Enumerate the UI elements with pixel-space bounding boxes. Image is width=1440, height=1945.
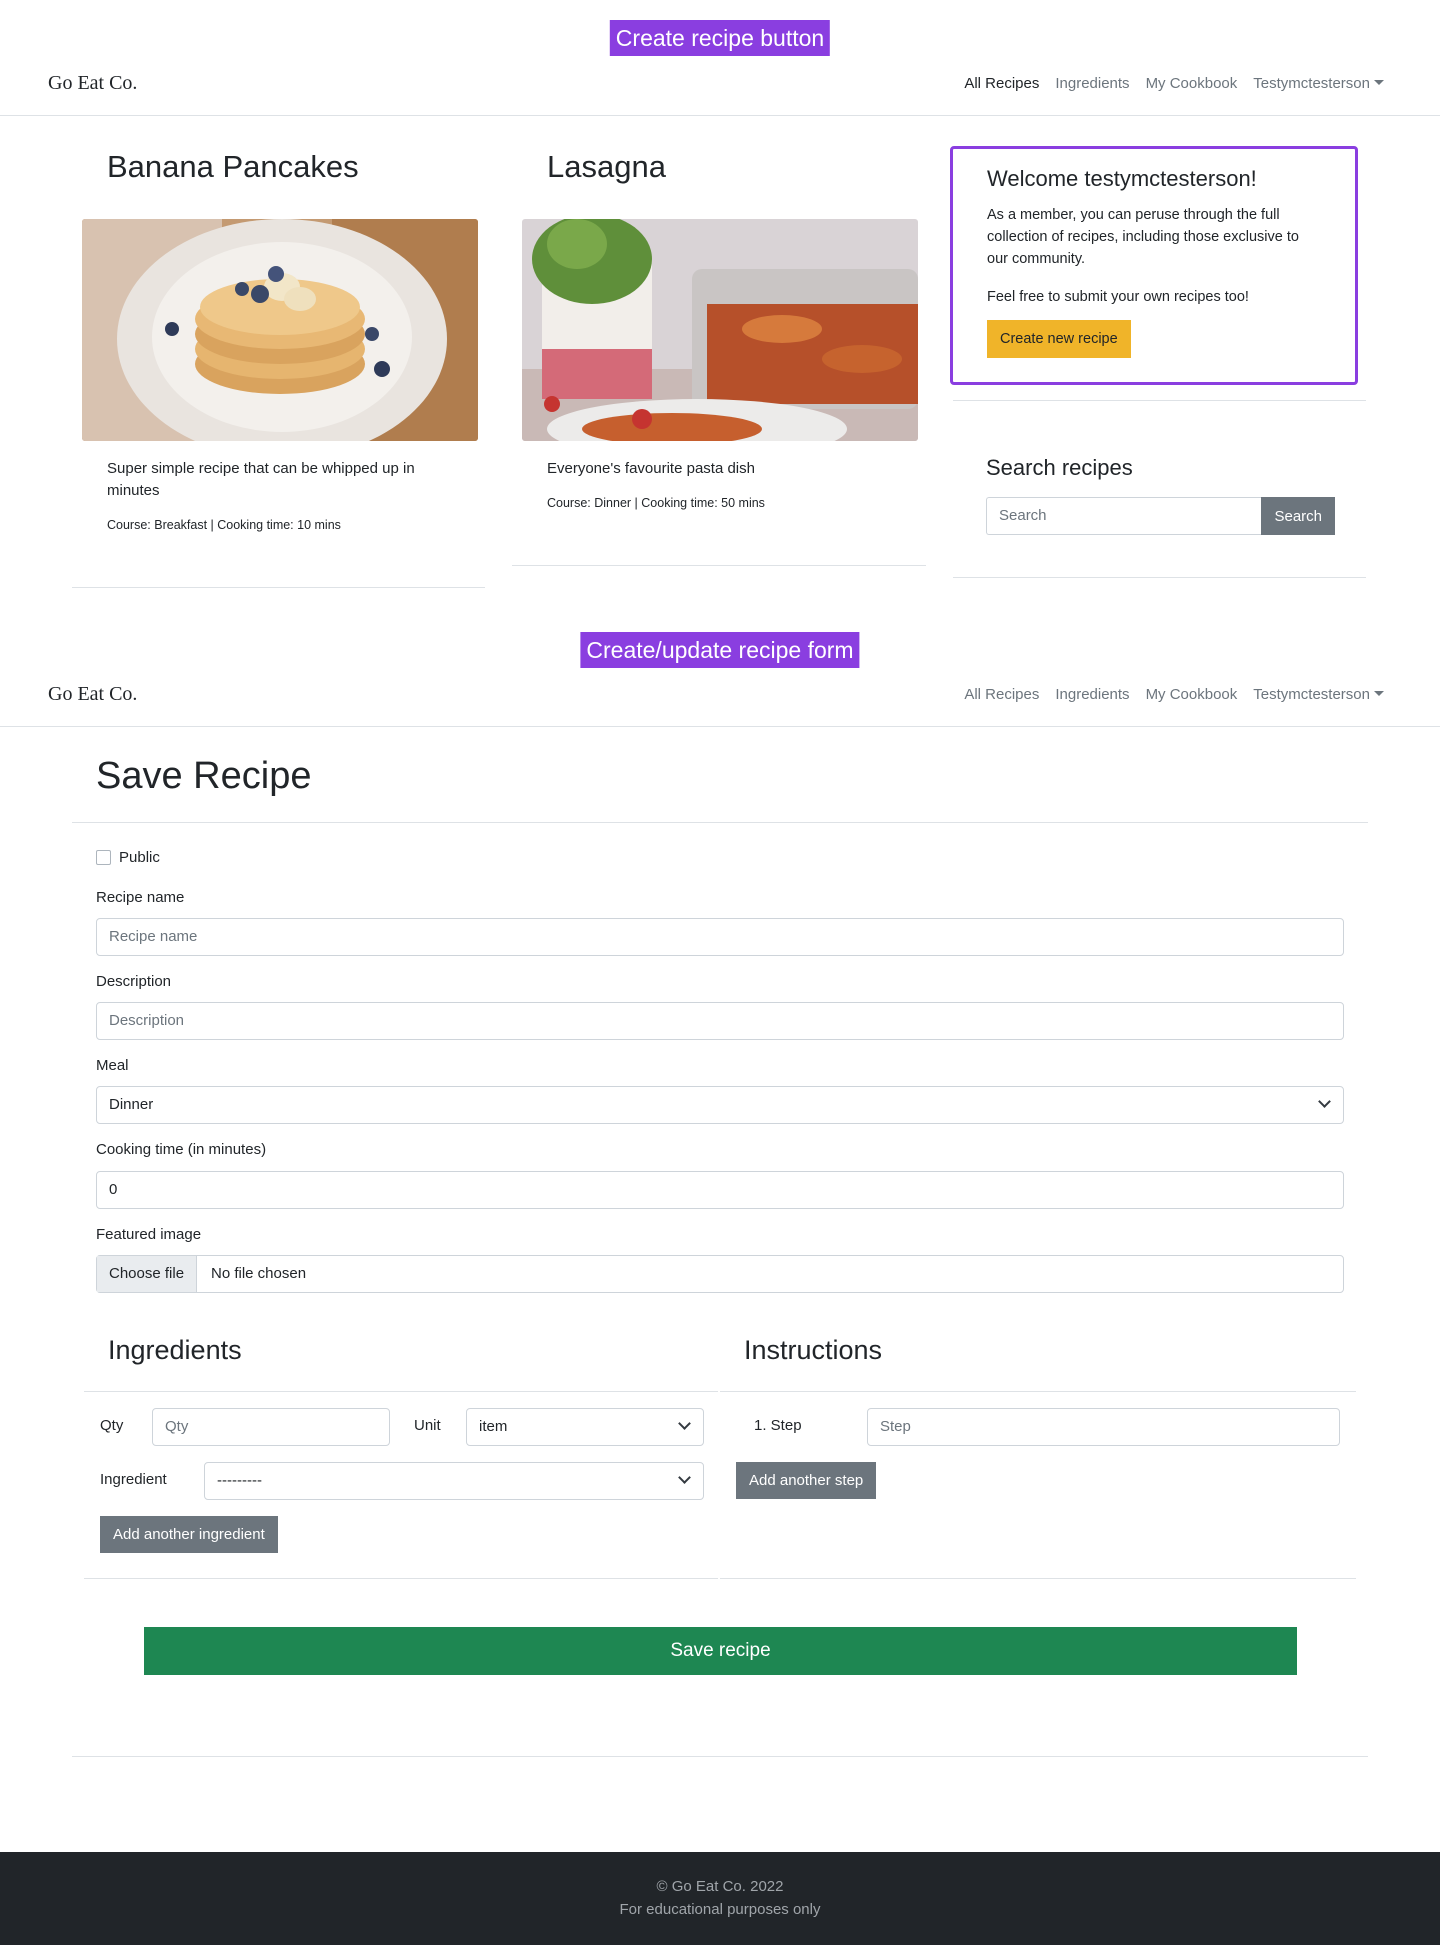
recipe-name-label: Recipe name — [96, 889, 185, 906]
step-label: 1. Step — [754, 1417, 802, 1434]
footer: © Go Eat Co. 2022 For educational purpos… — [0, 1852, 1440, 1945]
meal-value: Dinner — [109, 1096, 154, 1113]
choose-file-button[interactable]: Choose file — [97, 1256, 198, 1292]
divider — [953, 577, 1366, 578]
divider — [72, 1756, 1368, 1757]
search-group: Search Search — [986, 497, 1335, 535]
divider — [953, 400, 1366, 401]
annotation-form: Create/update recipe form — [580, 632, 860, 668]
divider — [84, 1391, 718, 1392]
recipe-image-lasagna[interactable] — [522, 219, 918, 441]
search-input[interactable]: Search — [986, 497, 1262, 535]
navbar: Go Eat Co. All Recipes Ingredients My Co… — [0, 56, 1440, 116]
caret-down-icon — [1374, 79, 1384, 85]
nav-all-recipes[interactable]: All Recipes — [964, 686, 1039, 703]
divider — [720, 1391, 1356, 1392]
lasagna-image — [522, 219, 918, 441]
unit-label: Unit — [414, 1417, 441, 1434]
recipe-card[interactable]: Banana Pancakes Super simple recipe that… — [82, 145, 495, 532]
public-checkbox[interactable] — [96, 850, 111, 865]
recipe-name-input[interactable]: Recipe name — [96, 918, 1344, 956]
qty-label: Qty — [100, 1417, 124, 1434]
welcome-text: Feel free to submit your own recipes too… — [987, 289, 1249, 305]
instructions-title: Instructions — [744, 1335, 883, 1365]
description-label: Description — [96, 973, 172, 990]
chevron-down-icon — [678, 1471, 691, 1484]
featured-image-input[interactable]: Choose file No file chosen — [96, 1255, 1344, 1293]
search-title: Search recipes — [986, 455, 1133, 480]
featured-image-label: Featured image — [96, 1226, 202, 1243]
recipe-image-pancakes[interactable] — [82, 219, 478, 441]
caret-down-icon — [1374, 690, 1384, 696]
file-status: No file chosen — [211, 1265, 307, 1282]
ingredient-value: --------- — [217, 1472, 262, 1489]
nav-my-cookbook[interactable]: My Cookbook — [1146, 75, 1238, 92]
nav-ingredients[interactable]: Ingredients — [1055, 75, 1129, 92]
recipe-meta: Course: Dinner | Cooking time: 50 mins — [547, 496, 765, 510]
meal-select[interactable]: Dinner — [96, 1086, 1344, 1124]
unit-select[interactable]: item — [466, 1408, 704, 1446]
meal-label: Meal — [96, 1057, 129, 1074]
pancakes-image — [82, 219, 478, 441]
add-ingredient-button[interactable]: Add another ingredient — [100, 1516, 278, 1553]
footer-copyright: © Go Eat Co. 2022 — [656, 1878, 784, 1895]
step-input[interactable]: Step — [867, 1408, 1340, 1446]
add-step-button[interactable]: Add another step — [736, 1462, 877, 1499]
nav-links: All Recipes Ingredients My Cookbook Test… — [964, 75, 1384, 92]
nav-user-dropdown[interactable]: Testymctesterson — [1253, 75, 1384, 92]
user-name: Testymctesterson — [1253, 75, 1370, 92]
ingredients-title: Ingredients — [108, 1335, 242, 1365]
qty-input[interactable]: Qty — [152, 1408, 390, 1446]
divider — [84, 1578, 718, 1579]
annotation-create-button: Create recipe button — [609, 20, 831, 56]
public-label: Public — [119, 849, 160, 866]
recipe-meta: Course: Breakfast | Cooking time: 10 min… — [107, 518, 341, 532]
description-input[interactable]: Description — [96, 1002, 1344, 1040]
user-name: Testymctesterson — [1253, 686, 1370, 703]
cooking-time-label: Cooking time (in minutes) — [96, 1141, 267, 1158]
search-button[interactable]: Search — [1261, 497, 1335, 535]
welcome-text: As a member, you can peruse through the … — [987, 207, 1299, 267]
brand[interactable]: Go Eat Co. — [48, 72, 137, 95]
divider — [512, 565, 926, 566]
nav-my-cookbook[interactable]: My Cookbook — [1146, 686, 1238, 703]
chevron-down-icon — [678, 1417, 691, 1430]
navbar: Go Eat Co. All Recipes Ingredients My Co… — [0, 667, 1440, 727]
welcome-title: Welcome testymctesterson! — [987, 166, 1257, 191]
recipe-title[interactable]: Banana Pancakes — [107, 145, 495, 189]
nav-user-dropdown[interactable]: Testymctesterson — [1253, 686, 1384, 703]
cooking-time-input[interactable]: 0 — [96, 1171, 1344, 1209]
divider — [72, 587, 485, 588]
footer-note: For educational purposes only — [619, 1901, 821, 1918]
page-title: Save Recipe — [96, 755, 312, 797]
unit-value: item — [479, 1418, 508, 1435]
nav-links: All Recipes Ingredients My Cookbook Test… — [964, 686, 1384, 703]
nav-ingredients[interactable]: Ingredients — [1055, 686, 1129, 703]
public-checkbox-row: Public — [96, 849, 160, 866]
recipe-description: Everyone's favourite pasta dish — [547, 460, 755, 477]
brand[interactable]: Go Eat Co. — [48, 683, 137, 706]
welcome-card: Welcome testymctesterson! As a member, y… — [950, 146, 1358, 385]
divider — [720, 1578, 1356, 1579]
ingredient-select[interactable]: --------- — [204, 1462, 704, 1500]
recipe-title[interactable]: Lasagna — [547, 145, 935, 189]
create-new-recipe-button[interactable]: Create new recipe — [987, 320, 1131, 358]
divider — [72, 822, 1368, 823]
chevron-down-icon — [1318, 1095, 1331, 1108]
ingredient-label: Ingredient — [100, 1471, 167, 1488]
recipe-card[interactable]: Lasagna Everyone's favourite pasta dish … — [522, 145, 935, 510]
nav-all-recipes[interactable]: All Recipes — [964, 75, 1039, 92]
save-recipe-button[interactable]: Save recipe — [144, 1627, 1297, 1675]
recipe-description: Super simple recipe that can be whipped … — [107, 460, 415, 499]
